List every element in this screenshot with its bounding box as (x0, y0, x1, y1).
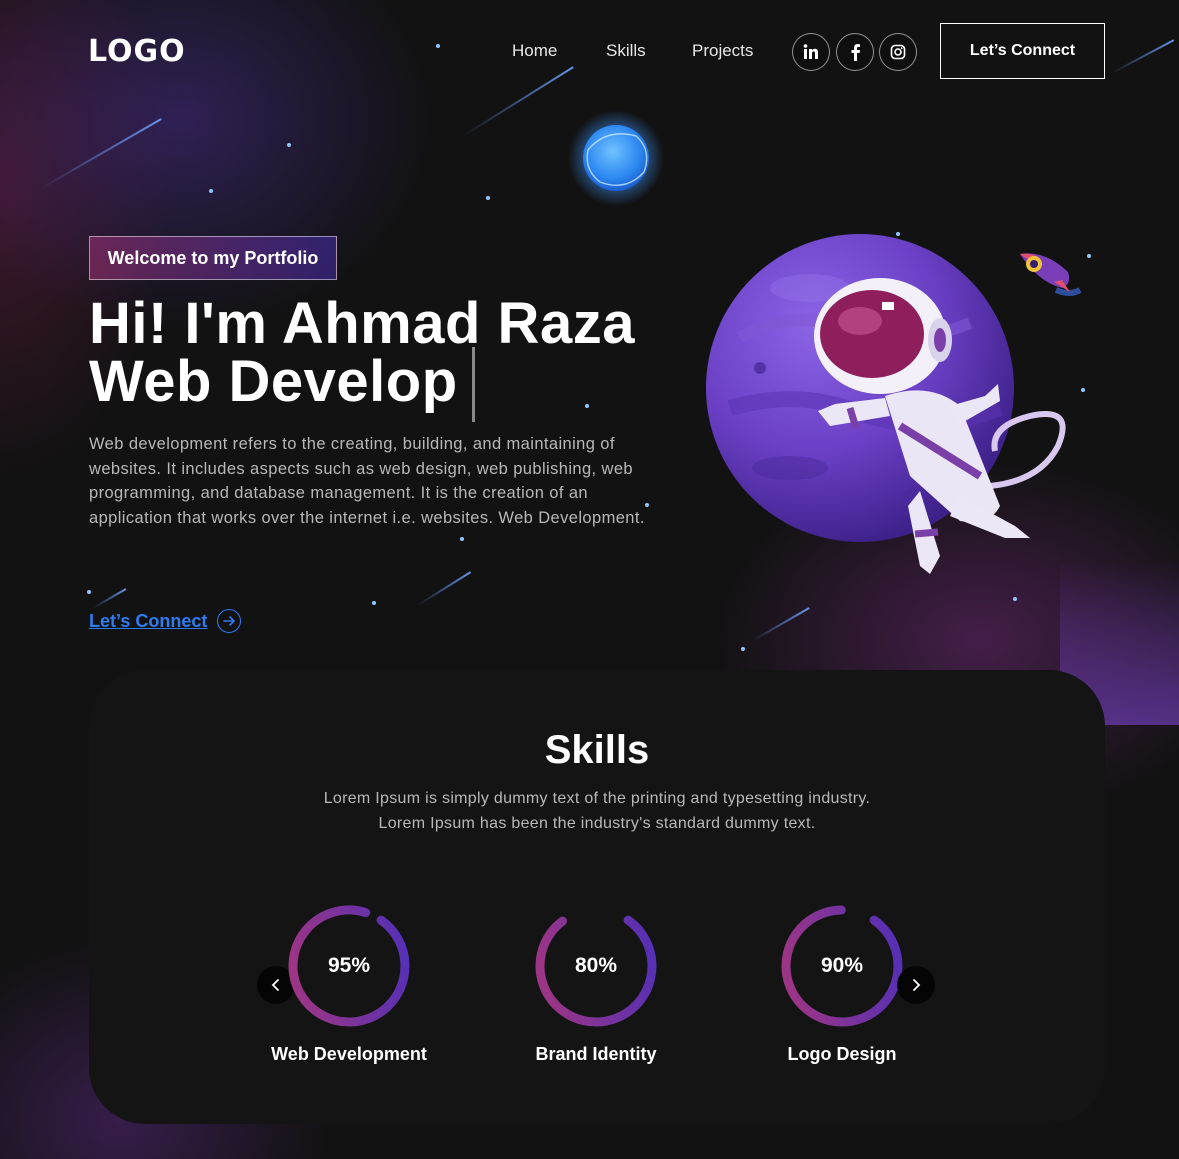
astronaut-illustration (814, 278, 1066, 574)
skill-name: Brand Identity (535, 1044, 657, 1064)
skill-percent: 95% (327, 954, 371, 977)
skills-description-line-1: Lorem Ipsum is simply dummy text of the … (323, 790, 871, 807)
linkedin-icon (803, 44, 818, 59)
skill-item: 95% Web Development (249, 902, 449, 1065)
skill-percent: 80% (574, 954, 618, 977)
typing-caret (472, 347, 475, 422)
skill-gauge: 80% (532, 902, 660, 1030)
instagram-icon (890, 44, 906, 60)
hero-description: Web development refers to the creating, … (89, 435, 645, 527)
star (741, 647, 745, 651)
hero-title-line-1: Hi! I'm Ahmad Raza (89, 291, 635, 356)
nav-home[interactable]: Home (512, 41, 557, 61)
hero-title: Hi! I'm Ahmad Raza Web Develop (89, 295, 635, 411)
welcome-tagline: Welcome to my Portfolio (89, 236, 337, 280)
shooting-star (1111, 39, 1175, 74)
star (287, 143, 291, 147)
lets-connect-button[interactable]: Let’s Connect (940, 23, 1105, 79)
logo[interactable]: LOGO (88, 34, 186, 69)
skills-description-line-2: Lorem Ipsum has been the industry's stan… (378, 814, 816, 832)
arrow-right-circle-icon[interactable] (217, 609, 242, 633)
skill-name: Web Development (271, 1044, 427, 1064)
hero-connect-label[interactable]: Let’s Connect (89, 611, 207, 632)
nav-skills[interactable]: Skills (606, 41, 646, 61)
shooting-star (417, 571, 472, 606)
star (209, 189, 213, 193)
shooting-star (39, 118, 162, 190)
instagram-button[interactable] (879, 33, 917, 71)
rocket-illustration (1020, 253, 1082, 296)
star (436, 44, 440, 48)
skill-item: 80% Brand Identity (496, 902, 696, 1065)
star (87, 590, 91, 594)
skills-title: Skills (544, 728, 650, 772)
star (460, 537, 464, 541)
blue-moon-illustration (568, 110, 664, 206)
star (1013, 597, 1017, 601)
chevron-right-icon (913, 979, 921, 991)
shooting-star (462, 66, 574, 137)
skill-gauge: 90% (778, 902, 906, 1030)
carousel-next-button[interactable] (897, 966, 935, 1004)
shooting-star (92, 588, 127, 609)
star (486, 196, 490, 200)
shooting-star (751, 607, 810, 642)
linkedin-button[interactable] (792, 33, 830, 71)
star (372, 601, 376, 605)
skill-percent: 90% (820, 954, 864, 977)
skill-gauge: 95% (285, 902, 413, 1030)
facebook-icon (851, 44, 860, 61)
skills-description: Lorem Ipsum is simply dummy text of the … (89, 787, 1105, 836)
nav-projects[interactable]: Projects (692, 41, 753, 61)
star (1081, 388, 1085, 392)
facebook-button[interactable] (836, 33, 874, 71)
skills-section: Skills Lorem Ipsum is simply dummy text … (89, 670, 1105, 1124)
skill-name: Logo Design (787, 1044, 897, 1064)
hero-title-line-2: Web Develop (89, 349, 458, 414)
hero-connect-link[interactable]: Let’s Connect (89, 609, 242, 633)
